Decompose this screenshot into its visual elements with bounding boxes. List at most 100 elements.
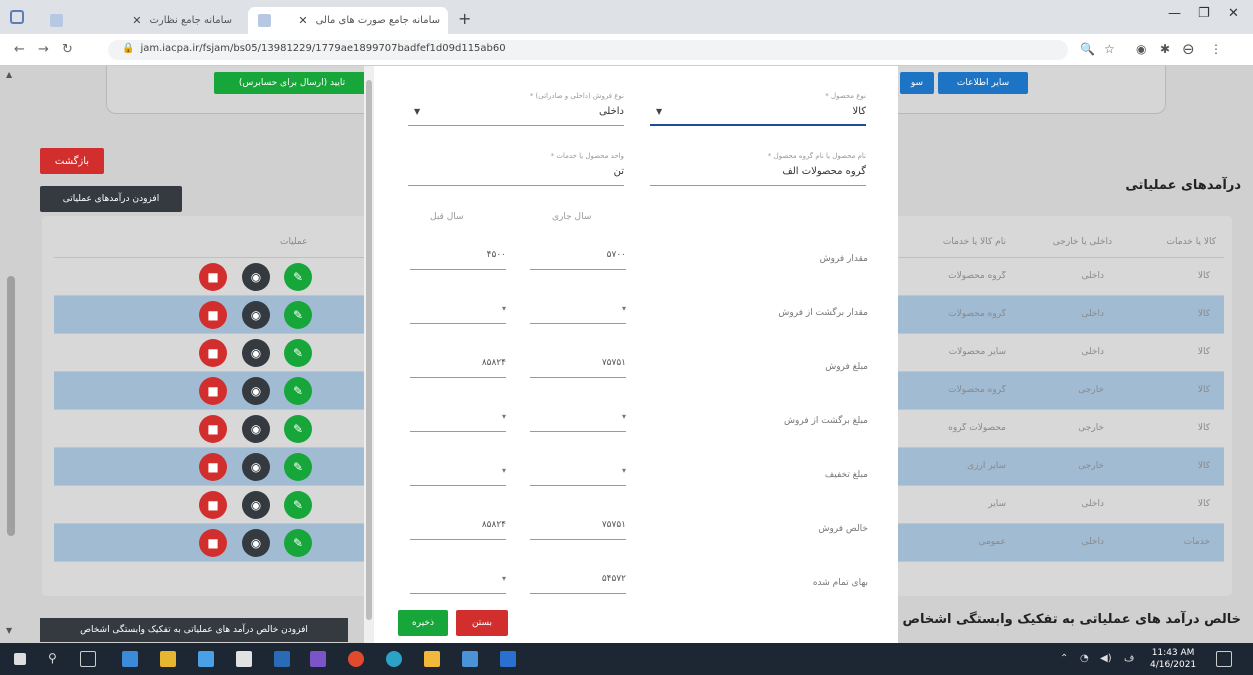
back-icon[interactable]: ← [14, 42, 25, 57]
windows-start-icon[interactable] [14, 653, 26, 665]
confirm-send-button[interactable]: تایید (ارسال برای حسابرس) [214, 72, 370, 94]
dropdown-arrow-icon: ▾ [621, 466, 626, 475]
row-label: بهای تمام شده [812, 578, 868, 588]
zoom-icon[interactable]: 🔍 [1080, 42, 1095, 56]
current-year-input[interactable]: ▾ [530, 462, 626, 486]
view-eye-icon[interactable]: ◉ [242, 301, 270, 329]
close-button[interactable]: بستن [456, 610, 508, 636]
chrome-icon[interactable] [348, 651, 364, 667]
task-view-icon[interactable] [80, 651, 96, 667]
previous-year-input[interactable]: ۸۵۸۲۴ [410, 354, 506, 378]
current-year-input[interactable]: ۷۵۷۵۱ [530, 354, 626, 378]
app-icon-1[interactable] [198, 651, 214, 667]
section-title: درآمدهای عملیاتی [1125, 178, 1241, 193]
previous-year-input[interactable]: ۸۵۸۲۴ [410, 516, 506, 540]
product-type-select[interactable]: نوع محصول * کالا ▼ [650, 92, 866, 126]
row-label: مبلغ فروش [825, 362, 868, 372]
app-icon-4[interactable] [424, 651, 440, 667]
language-icon[interactable]: ف [1124, 653, 1134, 664]
sales-type-select[interactable]: نوع فروش (داخلی و صادراتی) * داخلی ▼ [408, 92, 624, 126]
partial-button[interactable]: سو [900, 72, 934, 94]
edit-pencil-icon[interactable]: ✎ [284, 491, 312, 519]
view-eye-icon[interactable]: ◉ [242, 377, 270, 405]
browser-tab-2[interactable]: سامانه جامع صورت های مالی ✕ [248, 7, 448, 34]
maximize-icon[interactable]: ❐ [1198, 6, 1210, 21]
view-eye-icon[interactable]: ◉ [242, 491, 270, 519]
cell-type: کالا [1197, 347, 1210, 357]
previous-year-input[interactable]: ۴۵۰۰ [410, 246, 506, 270]
previous-year-input[interactable]: ▾ [410, 570, 506, 594]
delete-icon[interactable]: ■ [199, 377, 227, 405]
edit-pencil-icon[interactable]: ✎ [284, 263, 312, 291]
store-icon[interactable] [236, 651, 252, 667]
volume-icon[interactable]: ◀) [1100, 653, 1112, 664]
delete-icon[interactable]: ■ [199, 301, 227, 329]
return-button[interactable]: بازگشت [40, 148, 104, 174]
scroll-down-icon[interactable]: ▼ [6, 626, 12, 635]
visual-studio-icon[interactable] [310, 651, 326, 667]
modal-scrollbar[interactable] [364, 66, 374, 643]
save-button[interactable]: ذخیره [398, 610, 448, 636]
url-field[interactable]: 🔒 jam.iacpa.ir/fsjam/bs05/13981229/1779ae… [108, 40, 1068, 60]
delete-icon[interactable]: ■ [199, 491, 227, 519]
notifications-icon[interactable] [1216, 651, 1232, 667]
page-scrollbar[interactable]: ▲ ▼ [4, 66, 18, 643]
edit-pencil-icon[interactable]: ✎ [284, 415, 312, 443]
delete-icon[interactable]: ■ [199, 263, 227, 291]
tab-close-icon[interactable]: ✕ [298, 14, 307, 27]
search-icon[interactable]: ⚲ [48, 651, 57, 665]
unit-field[interactable]: واحد محصول یا خدمات * تن [408, 152, 624, 186]
edge-icon[interactable] [122, 651, 138, 667]
network-icon[interactable]: ◔ [1080, 653, 1089, 664]
previous-year-input[interactable]: ▾ [410, 462, 506, 486]
reload-icon[interactable]: ↻ [62, 42, 73, 57]
file-explorer-icon[interactable] [160, 651, 176, 667]
current-year-input[interactable]: ۵۷۰۰ [530, 246, 626, 270]
puzzle-icon[interactable]: ✱ [1160, 42, 1170, 56]
scroll-up-icon[interactable]: ▲ [6, 70, 12, 79]
profile-icon[interactable]: ⊖ [1182, 40, 1195, 58]
close-window-icon[interactable]: ✕ [1228, 6, 1239, 21]
edit-pencil-icon[interactable]: ✎ [284, 301, 312, 329]
forward-icon[interactable]: → [38, 42, 49, 57]
view-eye-icon[interactable]: ◉ [242, 263, 270, 291]
delete-icon[interactable]: ■ [199, 415, 227, 443]
app-icon-5[interactable] [462, 651, 478, 667]
product-name-field[interactable]: نام محصول یا نام گروه محصول * گروه محصول… [650, 152, 866, 186]
system-clock[interactable]: 11:43 AM 4/16/2021 [1150, 647, 1196, 671]
modal-scroll-thumb[interactable] [366, 80, 372, 620]
tray-chevron-icon[interactable]: ⌃ [1060, 653, 1068, 664]
bookmark-star-icon[interactable]: ☆ [1104, 42, 1115, 56]
word-icon[interactable] [500, 651, 516, 667]
minimize-icon[interactable]: — [1168, 6, 1181, 21]
add-operating-revenue-button[interactable]: افزودن درآمدهای عملیاتی [40, 186, 182, 212]
view-eye-icon[interactable]: ◉ [242, 529, 270, 557]
other-info-button[interactable]: سایر اطلاعات [938, 72, 1028, 94]
new-tab-icon[interactable]: + [458, 9, 471, 28]
view-eye-icon[interactable]: ◉ [242, 415, 270, 443]
edit-pencil-icon[interactable]: ✎ [284, 339, 312, 367]
delete-icon[interactable]: ■ [199, 453, 227, 481]
tab-close-icon[interactable]: ✕ [132, 14, 141, 27]
edit-pencil-icon[interactable]: ✎ [284, 377, 312, 405]
extension-icon[interactable]: ◉ [1136, 42, 1146, 56]
add-net-revenue-button[interactable]: افزودن خالص درآمد های عملیاتی به تفکیک و… [40, 618, 348, 642]
current-year-input[interactable]: ۵۴۵۷۲ [530, 570, 626, 594]
app-icon-3[interactable] [386, 651, 402, 667]
delete-icon[interactable]: ■ [199, 529, 227, 557]
revenue-edit-modal: نوع محصول * کالا ▼ نوع فروش (داخلی و صاد… [374, 66, 898, 643]
app-icon-2[interactable] [274, 651, 290, 667]
current-year-input[interactable]: ۷۵۷۵۱ [530, 516, 626, 540]
current-year-input[interactable]: ▾ [530, 300, 626, 324]
browser-tab-1[interactable]: سامانه جامع نظارت ✕ [40, 7, 240, 34]
menu-icon[interactable]: ⋮ [1210, 42, 1222, 56]
view-eye-icon[interactable]: ◉ [242, 453, 270, 481]
scroll-thumb[interactable] [7, 276, 15, 536]
edit-pencil-icon[interactable]: ✎ [284, 529, 312, 557]
previous-year-input[interactable]: ▾ [410, 300, 506, 324]
delete-icon[interactable]: ■ [199, 339, 227, 367]
view-eye-icon[interactable]: ◉ [242, 339, 270, 367]
current-year-input[interactable]: ▾ [530, 408, 626, 432]
edit-pencil-icon[interactable]: ✎ [284, 453, 312, 481]
previous-year-input[interactable]: ▾ [410, 408, 506, 432]
